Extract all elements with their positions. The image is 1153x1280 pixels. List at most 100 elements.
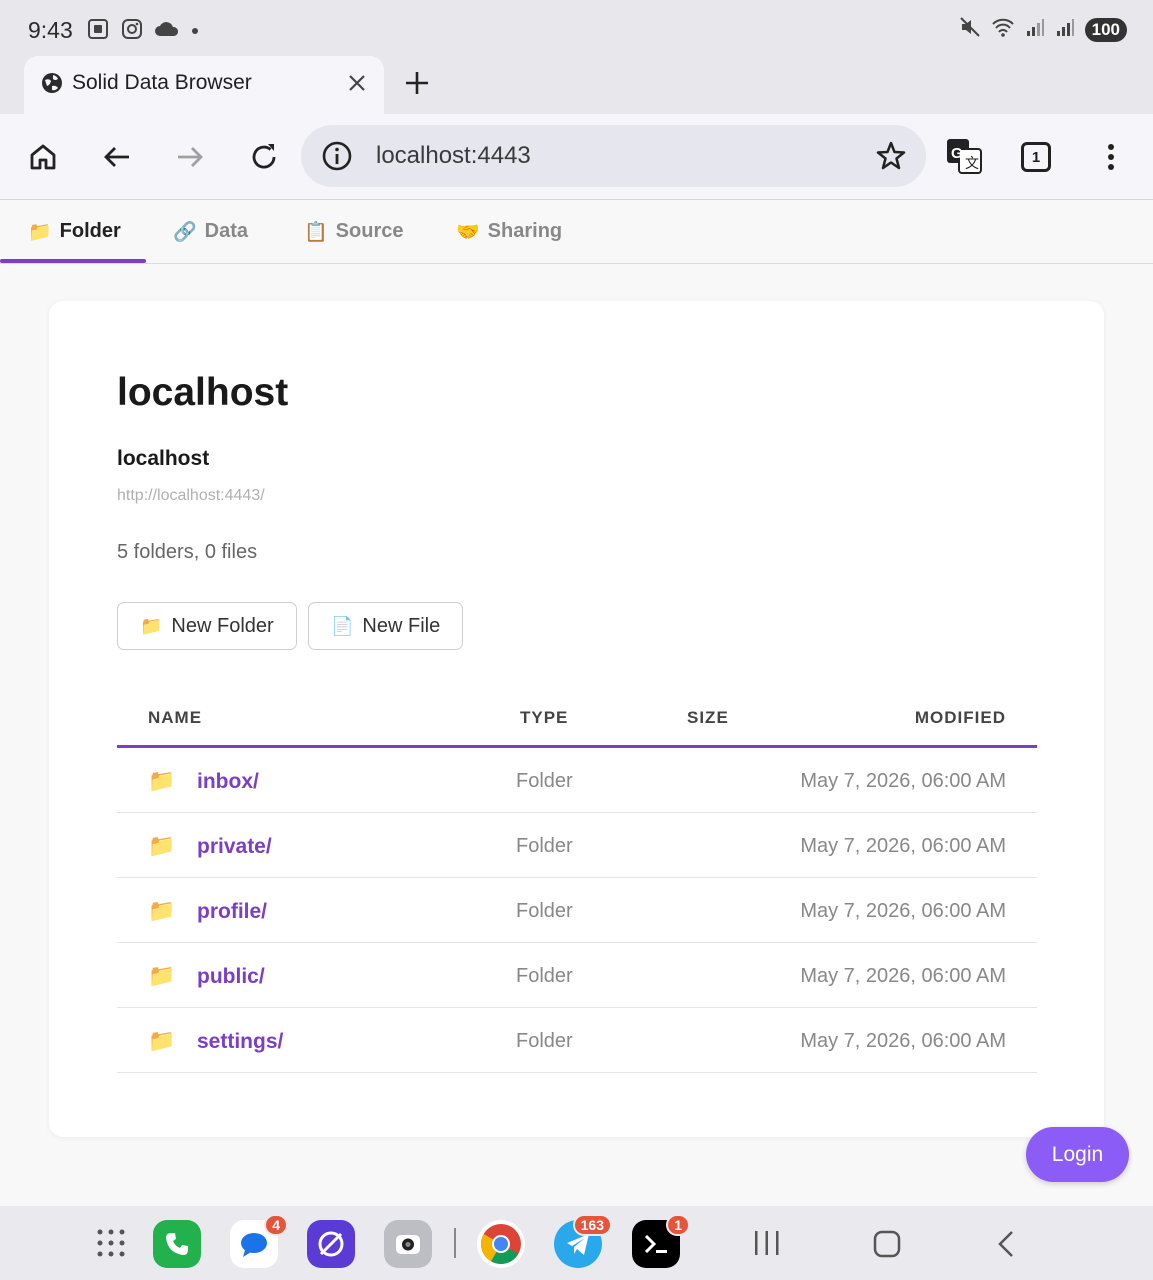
row-name-link[interactable]: public/ <box>197 965 265 989</box>
table-row[interactable]: 📁 profile/ Folder May 7, 2026, 06:00 AM <box>117 878 1037 943</box>
back-nav-icon[interactable] <box>994 1230 1018 1263</box>
file-table: NAME TYPE SIZE MODIFIED 📁 inbox/ Folder … <box>117 690 1037 1073</box>
plus-icon[interactable] <box>400 66 434 105</box>
mute-icon <box>959 16 981 43</box>
camera-app-icon[interactable] <box>384 1220 432 1268</box>
row-type: Folder <box>516 770 573 792</box>
folder-icon: 📁 <box>148 833 176 858</box>
row-name-link[interactable]: private/ <box>197 835 272 859</box>
folder-icon: 📁 <box>148 898 176 923</box>
folder-icon: 📁 <box>28 221 52 243</box>
signal-roaming-icon <box>1055 17 1075 42</box>
forward-arrow-icon[interactable] <box>172 139 208 175</box>
address-bar[interactable]: localhost:4443 <box>301 125 926 187</box>
app-drawer-icon[interactable] <box>96 1228 126 1263</box>
wifi-icon <box>991 16 1015 43</box>
table-row[interactable]: 📁 public/ Folder May 7, 2026, 06:00 AM <box>117 943 1037 1008</box>
browser-tab[interactable]: Solid Data Browser <box>24 56 384 114</box>
terminal-badge: 1 <box>666 1214 690 1236</box>
signal-icon <box>1025 17 1045 42</box>
status-system-icons: 100 <box>959 16 1127 43</box>
folder-icon: 📁 <box>148 1028 176 1053</box>
system-nav-bar: 4 163 1 <box>0 1206 1153 1280</box>
tab-data[interactable]: 🔗 Data <box>173 200 248 263</box>
file-icon: 📄 <box>331 615 354 636</box>
telegram-app-icon[interactable]: 163 <box>554 1214 612 1268</box>
column-size-header[interactable]: SIZE <box>687 708 729 728</box>
row-type: Folder <box>516 835 573 857</box>
folder-icon: 📁 <box>140 615 163 636</box>
star-icon[interactable] <box>874 139 908 178</box>
tab-switcher-button[interactable]: 1 <box>1021 142 1051 172</box>
recents-icon[interactable] <box>753 1230 781 1261</box>
tab-sharing-label: Sharing <box>487 220 563 242</box>
translate-icon[interactable]: G文 <box>944 136 984 176</box>
folder-card: localhost localhost http://localhost:444… <box>49 301 1104 1137</box>
status-time: 9:43 <box>28 17 73 43</box>
tab-folder-label: Folder <box>59 220 121 242</box>
clipboard-icon: 📋 <box>304 221 328 243</box>
row-type: Folder <box>516 965 573 987</box>
phone-app-icon[interactable] <box>153 1220 201 1268</box>
row-name-link[interactable]: profile/ <box>197 900 267 924</box>
status-bar: 9:43 100 <box>0 0 1153 56</box>
new-folder-button[interactable]: 📁 New Folder <box>117 602 297 650</box>
column-name-header[interactable]: NAME <box>148 708 202 728</box>
column-type-header[interactable]: TYPE <box>520 708 568 728</box>
browser-tab-title: Solid Data Browser <box>72 71 252 94</box>
browser-tab-strip: Solid Data Browser <box>0 56 1153 114</box>
folder-icon: 📁 <box>148 963 176 988</box>
telegram-badge: 163 <box>572 1214 612 1236</box>
more-menu-icon[interactable] <box>1093 139 1129 175</box>
handshake-icon: 🤝 <box>456 221 480 243</box>
row-modified: May 7, 2026, 06:00 AM <box>800 965 1006 987</box>
svg-text:文: 文 <box>965 155 979 171</box>
row-modified: May 7, 2026, 06:00 AM <box>800 770 1006 792</box>
folder-name: localhost <box>117 447 210 470</box>
chrome-app-icon[interactable] <box>477 1220 525 1268</box>
back-arrow-icon[interactable] <box>99 139 135 175</box>
tab-folder[interactable]: 📁 Folder <box>28 200 121 263</box>
table-row[interactable]: 📁 settings/ Folder May 7, 2026, 06:00 AM <box>117 1008 1037 1073</box>
row-name-link[interactable]: inbox/ <box>197 770 259 794</box>
login-button[interactable]: Login <box>1026 1127 1129 1182</box>
tab-sharing[interactable]: 🤝 Sharing <box>456 200 562 263</box>
tab-data-label: Data <box>204 220 249 242</box>
close-icon[interactable] <box>344 70 370 101</box>
internet-app-icon[interactable] <box>307 1220 355 1268</box>
active-tab-indicator <box>0 259 146 263</box>
folder-icon: 📁 <box>148 768 176 793</box>
app-tab-bar: 📁 Folder 🔗 Data 📋 Source 🤝 Sharing <box>0 200 1153 264</box>
dot-icon <box>190 23 200 41</box>
terminal-app-icon[interactable]: 1 <box>632 1214 690 1268</box>
tab-source[interactable]: 📋 Source <box>304 200 403 263</box>
messages-app-icon[interactable]: 4 <box>230 1214 288 1268</box>
instagram-icon <box>120 17 144 46</box>
row-modified: May 7, 2026, 06:00 AM <box>800 900 1006 922</box>
messages-badge: 4 <box>264 1214 288 1236</box>
row-type: Folder <box>516 1030 573 1052</box>
page-title: localhost <box>117 371 289 414</box>
globe-icon <box>40 71 64 100</box>
folder-url: http://localhost:4443/ <box>117 487 265 504</box>
new-file-label: New File <box>362 614 441 637</box>
dock-divider <box>453 1228 457 1263</box>
row-modified: May 7, 2026, 06:00 AM <box>800 1030 1006 1052</box>
cloud-icon <box>154 19 180 44</box>
column-modified-header[interactable]: MODIFIED <box>915 708 1006 728</box>
address-url[interactable]: localhost:4443 <box>376 142 531 170</box>
table-header: NAME TYPE SIZE MODIFIED <box>117 690 1037 748</box>
new-file-button[interactable]: 📄 New File <box>308 602 464 650</box>
new-folder-label: New Folder <box>171 614 274 637</box>
reload-icon[interactable] <box>246 139 282 175</box>
home-icon[interactable] <box>25 139 61 175</box>
row-name-link[interactable]: settings/ <box>197 1030 283 1054</box>
folder-summary: 5 folders, 0 files <box>117 541 258 563</box>
table-row[interactable]: 📁 private/ Folder May 7, 2026, 06:00 AM <box>117 813 1037 878</box>
home-nav-icon[interactable] <box>873 1230 901 1263</box>
table-row[interactable]: 📁 inbox/ Folder May 7, 2026, 06:00 AM <box>117 748 1037 813</box>
screenshot-icon <box>86 17 110 46</box>
info-icon[interactable] <box>321 140 353 177</box>
tab-source-label: Source <box>335 220 404 242</box>
battery-indicator: 100 <box>1084 17 1127 42</box>
